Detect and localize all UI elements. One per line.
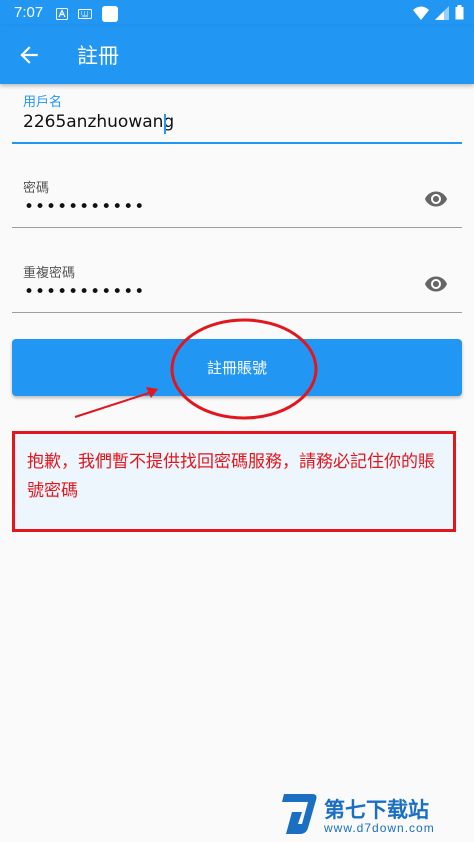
username-field[interactable]: 用戶名 2265anzhuowang — [12, 84, 462, 146]
arrow-left-icon[interactable] — [16, 42, 42, 68]
confirm-password-input[interactable]: ••••••••••• — [24, 282, 145, 302]
signal-icon — [435, 5, 449, 20]
username-label: 用戶名 — [23, 95, 63, 110]
app-notification-icon — [102, 6, 118, 22]
username-underline — [12, 142, 462, 144]
status-time: 7:07 — [14, 4, 44, 21]
watermark-url: www.d7down.com — [324, 821, 435, 835]
confirm-password-field[interactable]: 重複密碼 ••••••••••• — [12, 255, 462, 317]
watermark: 第七下载站 www.d7down.com — [278, 790, 468, 838]
confirm-password-underline — [12, 312, 462, 313]
password-input[interactable]: ••••••••••• — [24, 197, 145, 217]
battery-icon — [455, 5, 464, 20]
password-label: 密碼 — [23, 181, 50, 196]
watermark-logo-icon — [282, 794, 317, 834]
confirm-password-label: 重複密碼 — [23, 266, 76, 281]
password-field[interactable]: 密碼 ••••••••••• — [12, 170, 462, 232]
annotation-box: 抱歉，我們暫不提供找回密碼服務，請務必記住你的賬號密碼 — [12, 431, 456, 532]
username-input[interactable]: 2265anzhuowang — [23, 112, 174, 132]
status-bar: 7:07 — [0, 0, 474, 26]
annotation-text: 抱歉，我們暫不提供找回密碼服務，請務必記住你的賬號密碼 — [27, 452, 435, 501]
page-title: 註冊 — [77, 44, 119, 68]
register-button-label: 註冊賬號 — [206, 359, 267, 377]
notification-icons — [56, 6, 118, 22]
text-cursor — [164, 114, 166, 134]
eye-icon[interactable] — [424, 187, 448, 211]
password-underline — [12, 227, 462, 228]
system-icons — [413, 5, 464, 20]
watermark-name: 第七下载站 — [324, 798, 429, 822]
wifi-icon — [413, 6, 429, 20]
app-bar: 註冊 — [0, 26, 474, 84]
register-button[interactable]: 註冊賬號 — [12, 339, 462, 396]
text-notification-icon — [56, 8, 68, 20]
keyboard-icon — [78, 9, 92, 19]
eye-icon[interactable] — [424, 272, 448, 296]
